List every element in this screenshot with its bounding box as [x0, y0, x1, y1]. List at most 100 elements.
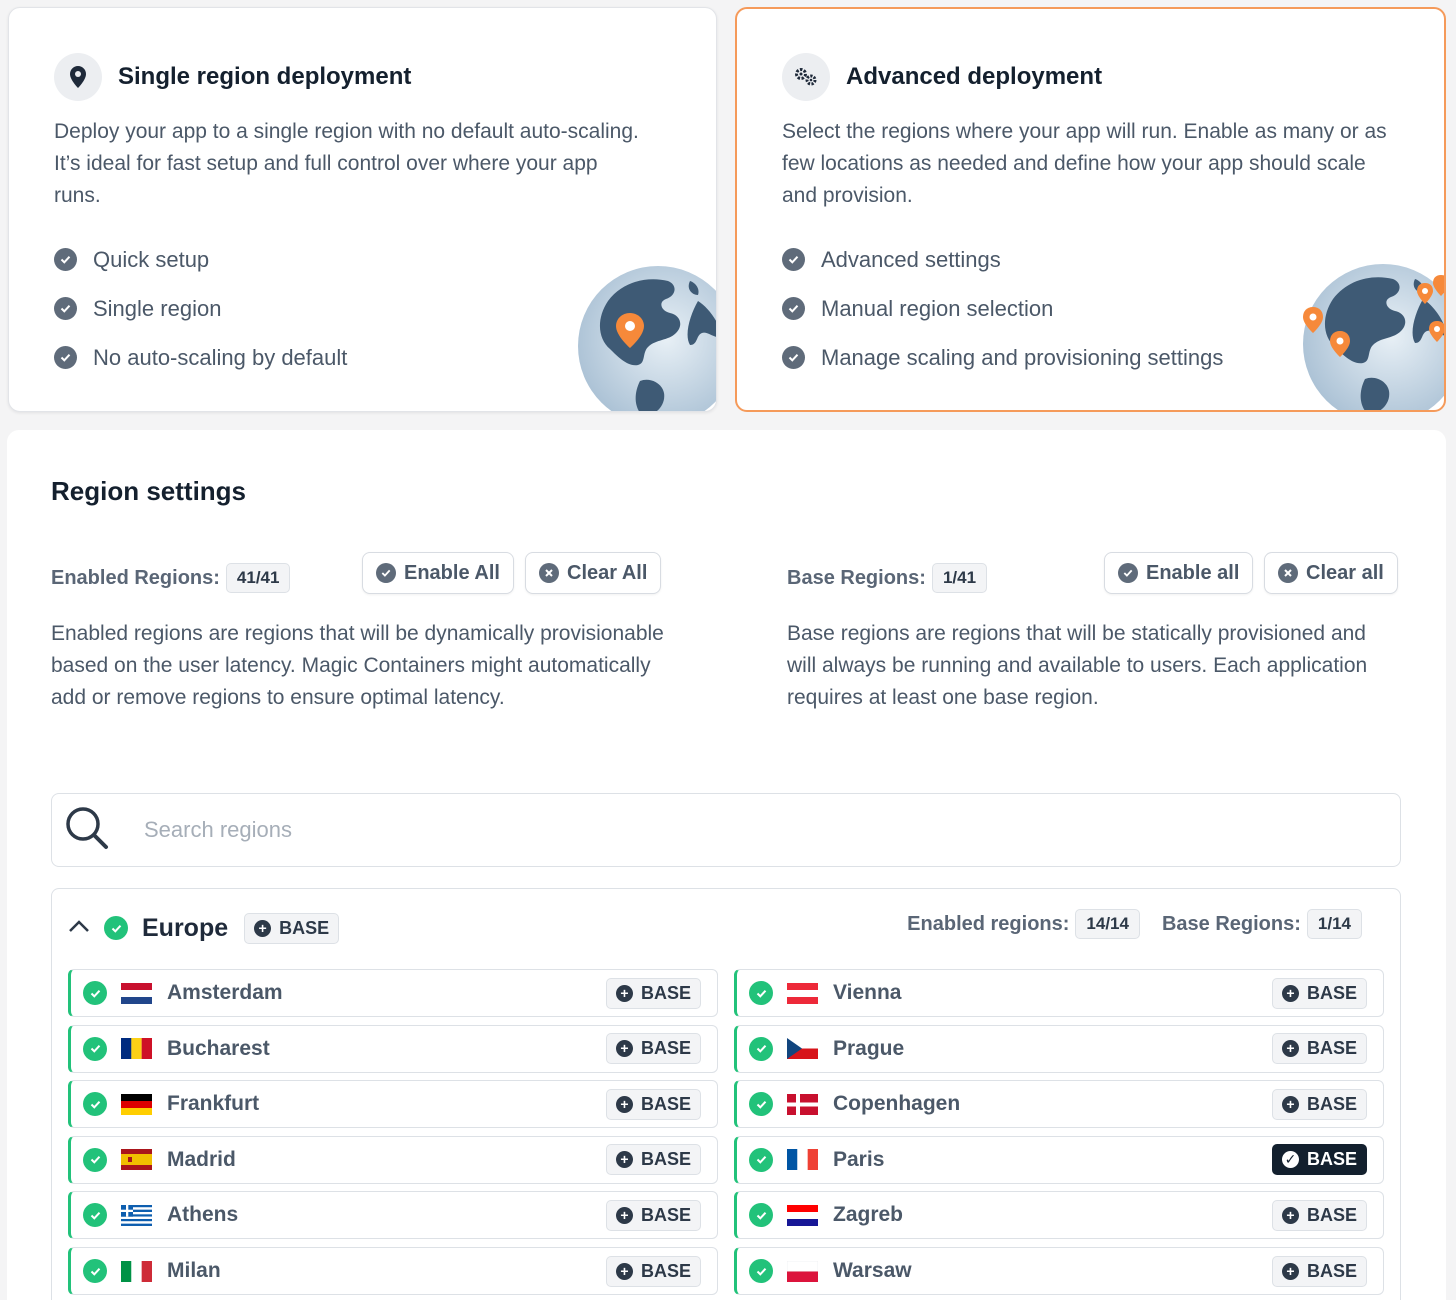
spain-flag-icon	[121, 1149, 152, 1171]
chevron-up-icon[interactable]	[68, 919, 90, 938]
check-circle-icon[interactable]	[749, 981, 773, 1005]
single-region-title: Single region deployment	[118, 63, 412, 90]
enable-all-regions-button[interactable]: Enable All	[362, 552, 514, 594]
check-circle-icon[interactable]	[83, 1259, 107, 1283]
region-row-warsaw[interactable]: Warsaw + BASE	[734, 1247, 1384, 1295]
italy-flag-icon	[121, 1260, 152, 1282]
globe-illustration-icon	[1303, 264, 1444, 410]
check-circle-icon[interactable]	[749, 1259, 773, 1283]
check-circle-icon[interactable]	[749, 1203, 773, 1228]
check-circle-icon	[54, 346, 77, 369]
europe-enabled-count: 14/14	[1075, 909, 1140, 939]
region-city: Athens	[167, 1203, 239, 1227]
region-row-bucharest[interactable]: Bucharest + BASE	[68, 1024, 718, 1073]
czechia-flag-icon	[787, 1038, 818, 1060]
check-circle-icon[interactable]	[83, 1203, 107, 1228]
region-city: Zagreb	[833, 1203, 904, 1227]
base-toggle[interactable]: + BASE	[1271, 1033, 1367, 1065]
search-bar	[51, 793, 1401, 867]
enabled-regions-stat: Enabled Regions: 41/41	[51, 563, 291, 593]
advanced-deployment-card[interactable]: Advanced deployment Select the regions w…	[735, 7, 1446, 412]
feature-item: Manual region selection	[782, 284, 1223, 333]
plus-circle-icon: +	[1281, 1095, 1299, 1113]
check-circle-icon[interactable]	[749, 1147, 773, 1172]
base-toggle[interactable]: + BASE	[1271, 1088, 1367, 1120]
region-row-zagreb[interactable]: Zagreb + BASE	[734, 1191, 1384, 1240]
base-toggle[interactable]: ✓ BASE	[1271, 1144, 1367, 1176]
base-toggle[interactable]: + BASE	[605, 1088, 701, 1120]
base-toggle[interactable]: + BASE	[605, 977, 701, 1009]
check-circle-icon[interactable]	[83, 1147, 107, 1172]
plus-circle-icon: +	[254, 919, 272, 937]
region-row-copenhagen[interactable]: Copenhagen + BASE	[734, 1080, 1384, 1129]
gears-icon	[782, 53, 830, 101]
region-row-vienna[interactable]: Vienna + BASE	[734, 969, 1384, 1017]
base-toggle[interactable]: + BASE	[605, 1199, 701, 1231]
check-circle-icon[interactable]	[749, 1092, 773, 1117]
region-row-frankfurt[interactable]: Frankfurt + BASE	[68, 1080, 718, 1129]
region-settings-panel: Region settings Enabled Regions: 41/41 E…	[7, 430, 1446, 1300]
plus-circle-icon: +	[615, 1206, 633, 1224]
poland-flag-icon	[787, 1260, 818, 1282]
plus-circle-icon: +	[1281, 1262, 1299, 1280]
plus-circle-icon: +	[1281, 984, 1299, 1002]
base-toggle[interactable]: + BASE	[1271, 1199, 1367, 1231]
region-group-europe: Europe + BASE Enabled regions: 14/14 Base…	[51, 888, 1401, 1300]
feature-item: Manage scaling and provisioning settings	[782, 333, 1223, 382]
denmark-flag-icon	[787, 1093, 818, 1115]
check-circle-icon	[782, 248, 805, 271]
base-toggle[interactable]: + BASE	[1271, 977, 1367, 1009]
group-name: Europe	[142, 913, 229, 942]
region-row-madrid[interactable]: Madrid + BASE	[68, 1135, 718, 1184]
check-circle-icon[interactable]	[83, 981, 107, 1005]
check-circle-icon	[782, 346, 805, 369]
region-city: Paris	[833, 1147, 885, 1171]
check-circle-icon[interactable]	[83, 1092, 107, 1117]
germany-flag-icon	[121, 1093, 152, 1115]
base-toggle[interactable]: + BASE	[605, 1255, 701, 1287]
single-region-header: Single region deployment	[54, 53, 411, 101]
base-toggle[interactable]: + BASE	[605, 1144, 701, 1176]
advanced-description: Select the regions where your app will r…	[782, 120, 1387, 207]
base-regions-help: Base regions are regions that will be st…	[787, 622, 1368, 709]
group-base-toggle[interactable]: + BASE	[244, 912, 340, 944]
check-circle-icon	[376, 563, 396, 583]
globe-illustration-icon	[578, 266, 716, 411]
clear-all-base-button[interactable]: Clear all	[1264, 552, 1398, 594]
advanced-title: Advanced deployment	[846, 63, 1103, 90]
greece-flag-icon	[121, 1204, 152, 1226]
base-toggle[interactable]: + BASE	[605, 1033, 701, 1065]
check-circle-icon	[782, 297, 805, 320]
region-row-athens[interactable]: Athens + BASE	[68, 1191, 718, 1240]
croatia-flag-icon	[787, 1204, 818, 1226]
region-row-milan[interactable]: Milan + BASE	[68, 1247, 718, 1295]
enabled-regions-help: Enabled regions are regions that will be…	[51, 622, 664, 709]
single-region-card[interactable]: Single region deployment Deploy your app…	[8, 7, 717, 412]
plus-circle-icon: +	[615, 1095, 633, 1113]
enabled-regions-count: 41/41	[225, 563, 291, 593]
advanced-features: Advanced settings Manual region selectio…	[782, 235, 1223, 382]
region-city: Madrid	[167, 1147, 236, 1171]
europe-base-count: 1/14	[1306, 909, 1362, 939]
region-row-paris[interactable]: Paris ✓ BASE	[734, 1135, 1384, 1184]
region-city: Vienna	[833, 981, 902, 1004]
base-regions-count: 1/41	[931, 563, 988, 593]
check-circle-icon[interactable]	[104, 916, 128, 940]
plus-circle-icon: +	[615, 1151, 633, 1169]
search-input[interactable]	[144, 817, 1244, 843]
base-toggle[interactable]: + BASE	[1271, 1255, 1367, 1287]
netherlands-flag-icon	[121, 982, 152, 1004]
region-row-amsterdam[interactable]: Amsterdam + BASE	[68, 969, 718, 1017]
single-region-description: Deploy your app to a single region with …	[54, 120, 639, 207]
feature-item: Advanced settings	[782, 235, 1223, 284]
plus-circle-icon: +	[615, 984, 633, 1002]
enable-all-base-button[interactable]: Enable all	[1104, 552, 1254, 594]
clear-all-regions-button[interactable]: Clear All	[525, 552, 662, 594]
check-circle-icon[interactable]	[749, 1036, 773, 1061]
region-city: Amsterdam	[167, 981, 283, 1004]
check-circle-icon[interactable]	[83, 1036, 107, 1061]
france-flag-icon	[787, 1149, 818, 1171]
x-circle-icon	[1278, 563, 1298, 583]
region-row-prague[interactable]: Prague + BASE	[734, 1024, 1384, 1073]
check-circle-icon	[54, 297, 77, 320]
